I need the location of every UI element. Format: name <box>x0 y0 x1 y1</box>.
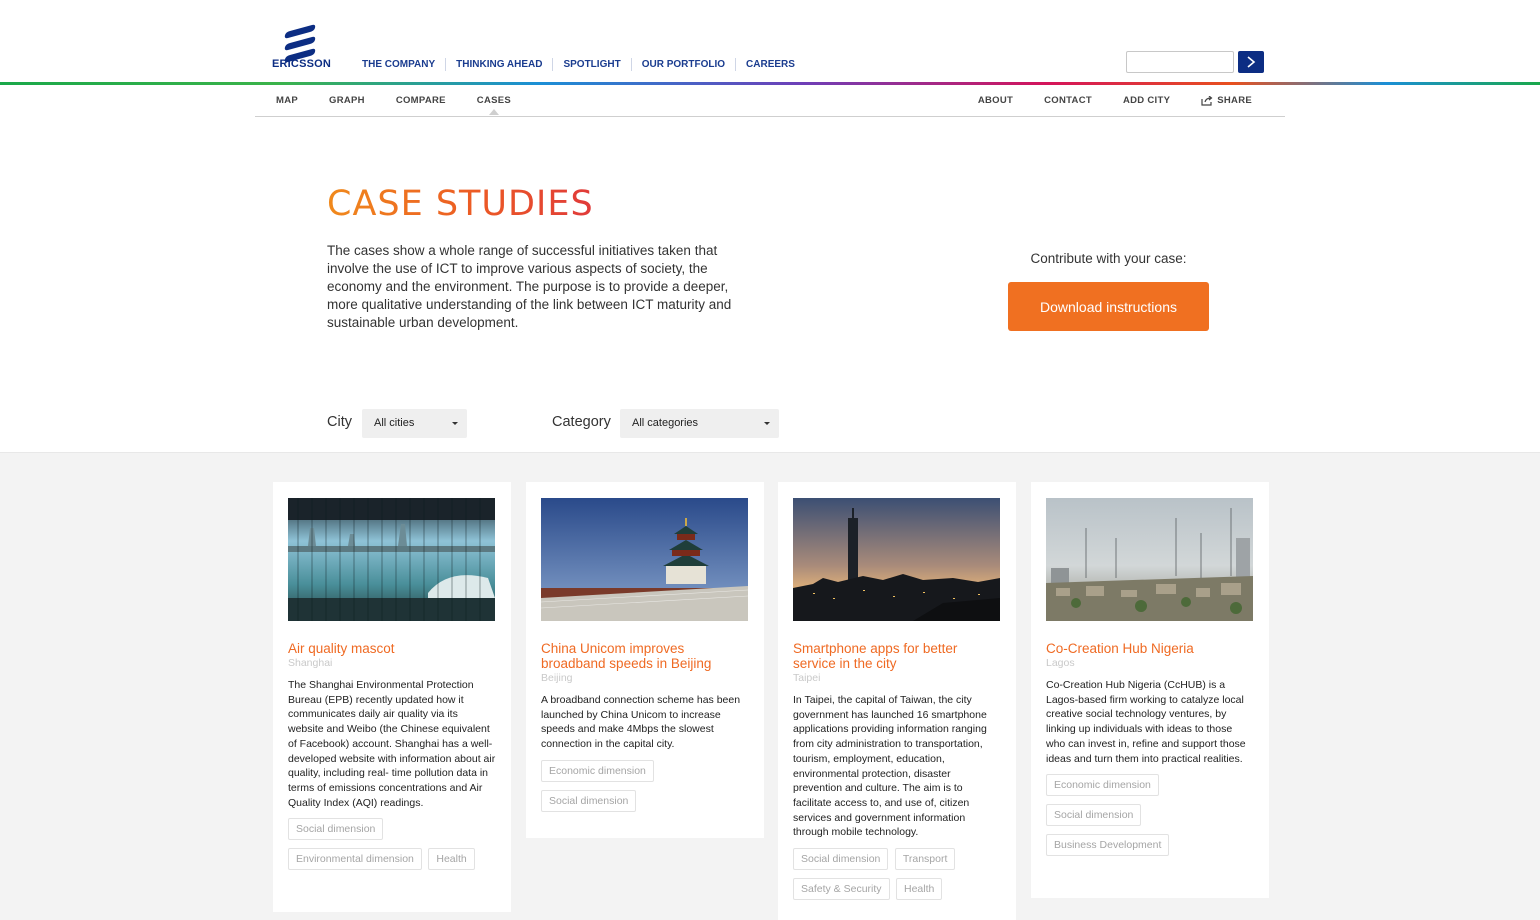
chevron-right-icon <box>1247 56 1256 68</box>
tag-environmental-dimension[interactable]: Environmental dimension <box>288 848 422 871</box>
case-image-lagos <box>1046 498 1253 621</box>
nav-item-our-portfolio[interactable]: OUR PORTFOLIO <box>632 58 737 71</box>
main-navigation: THE COMPANY THINKING AHEAD SPOTLIGHT OUR… <box>352 58 805 71</box>
link-add-city[interactable]: ADD CITY <box>1123 95 1170 106</box>
page-title: CASE STUDIES <box>327 184 594 224</box>
tag-social-dimension[interactable]: Social dimension <box>541 789 637 812</box>
case-card[interactable]: China Unicom improves broadband speeds i… <box>526 482 764 838</box>
tag-business-development[interactable]: Business Development <box>1046 834 1170 857</box>
tab-map[interactable]: MAP <box>276 95 298 106</box>
download-instructions-button[interactable]: Download instructions <box>1008 282 1209 331</box>
case-title[interactable]: China Unicom improves broadband speeds i… <box>541 641 749 671</box>
case-tags: Social dimension Environmental dimension… <box>288 818 496 878</box>
tab-cases[interactable]: CASES <box>476 95 512 115</box>
tag-health[interactable]: Health <box>428 848 475 871</box>
share-button[interactable]: SHARE <box>1201 95 1252 106</box>
tab-compare[interactable]: COMPARE <box>396 95 446 106</box>
contribute-label: Contribute with your case: <box>1030 251 1187 266</box>
tag-health[interactable]: Health <box>896 878 943 901</box>
tab-graph[interactable]: GRAPH <box>329 95 365 106</box>
case-image-taipei <box>793 498 1000 621</box>
case-city: Taipei <box>793 672 821 684</box>
share-label: SHARE <box>1217 95 1252 106</box>
search-button[interactable] <box>1238 51 1264 73</box>
category-select-value: All categories <box>632 417 699 429</box>
top-header: ERICSSON THE COMPANY THINKING AHEAD SPOT… <box>0 0 1540 84</box>
active-tab-indicator <box>488 109 499 115</box>
tag-transport[interactable]: Transport <box>894 848 956 871</box>
case-title[interactable]: Co-Creation Hub Nigeria <box>1046 641 1254 656</box>
link-contact[interactable]: CONTACT <box>1044 95 1092 106</box>
brand-wordmark: ERICSSON <box>272 58 332 70</box>
category-select[interactable]: All categories <box>620 409 779 438</box>
case-card[interactable]: Co-Creation Hub Nigeria Lagos Co-Creatio… <box>1031 482 1269 898</box>
case-title[interactable]: Smartphone apps for better service in th… <box>793 641 1001 671</box>
case-description: In Taipei, the capital of Taiwan, the ci… <box>793 694 987 839</box>
link-about[interactable]: ABOUT <box>978 95 1013 106</box>
tag-economic-dimension[interactable]: Economic dimension <box>541 759 654 782</box>
case-city: Lagos <box>1046 657 1075 669</box>
case-description: The Shanghai Environmental Protection Bu… <box>288 679 496 809</box>
tab-cases-label: CASES <box>476 95 512 106</box>
share-icon <box>1201 95 1213 106</box>
case-city: Shanghai <box>288 657 333 669</box>
nav-item-thinking-ahead[interactable]: THINKING AHEAD <box>446 58 554 71</box>
case-city: Beijing <box>541 672 573 684</box>
case-grid <box>0 452 1540 920</box>
search-input[interactable] <box>1126 51 1234 73</box>
city-filter-label: City <box>327 414 352 430</box>
nav-item-spotlight[interactable]: SPOTLIGHT <box>553 58 632 71</box>
intro-text: The cases show a whole range of successf… <box>327 243 732 330</box>
case-image-shanghai <box>288 498 495 621</box>
nav-item-careers[interactable]: CAREERS <box>736 58 805 71</box>
city-select-value: All cities <box>374 417 415 429</box>
case-description: Co-Creation Hub Nigeria (CcHUB) is a Lag… <box>1046 679 1246 765</box>
tag-safety-security[interactable]: Safety & Security <box>793 878 890 901</box>
case-card[interactable]: Smartphone apps for better service in th… <box>778 482 1016 920</box>
case-image-beijing <box>541 498 748 621</box>
case-card[interactable]: Air quality mascot Shanghai The Shanghai… <box>273 482 511 912</box>
case-tags: Social dimension Transport Safety & Secu… <box>793 848 1001 908</box>
tag-economic-dimension[interactable]: Economic dimension <box>1046 774 1159 797</box>
tag-social-dimension[interactable]: Social dimension <box>793 848 889 871</box>
tag-social-dimension[interactable]: Social dimension <box>1046 804 1142 827</box>
nav-item-the-company[interactable]: THE COMPANY <box>352 58 447 71</box>
case-title[interactable]: Air quality mascot <box>288 641 496 656</box>
section-navigation: MAP GRAPH COMPARE CASES ABOUT CONTACT AD… <box>255 85 1285 117</box>
case-tags: Economic dimension Social dimension <box>541 759 749 820</box>
case-description: A broadband connection scheme has been l… <box>541 694 741 751</box>
dropdown-caret-icon <box>452 422 458 425</box>
tag-social-dimension[interactable]: Social dimension <box>288 818 384 841</box>
category-filter-label: Category <box>552 414 611 430</box>
city-select[interactable]: All cities <box>362 409 467 438</box>
case-tags: Economic dimension Social dimension Busi… <box>1046 774 1254 864</box>
dropdown-caret-icon <box>764 422 770 425</box>
